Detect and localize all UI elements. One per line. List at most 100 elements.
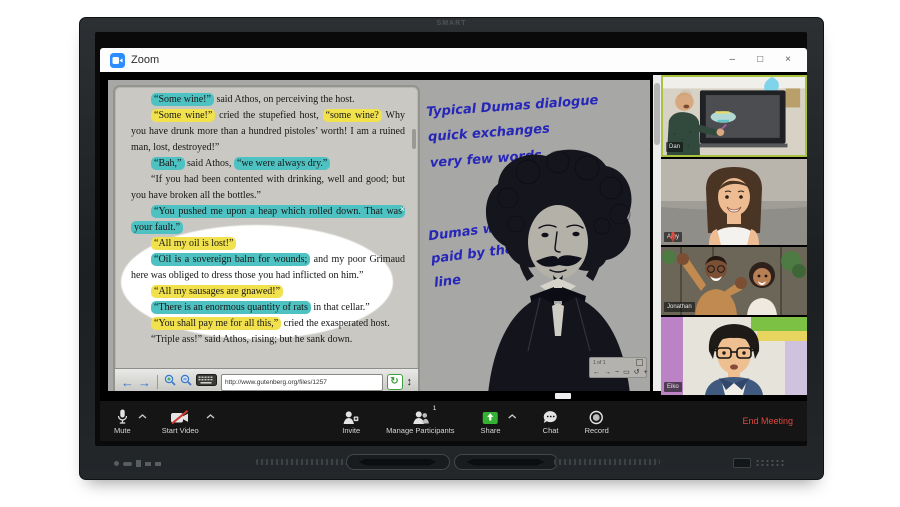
- shared-screen-region: × “Some wine!” said Athos, on perceiving…: [100, 72, 653, 401]
- back-button[interactable]: ←: [121, 376, 134, 389]
- highlight-cyan: “You pushed me upon a heap which rolled …: [131, 205, 405, 234]
- text-run: said Athos,: [185, 158, 234, 169]
- minimize-button[interactable]: –: [730, 55, 736, 65]
- add-page-icon[interactable]: +: [644, 369, 648, 376]
- document-paragraph: “All my sausages are gnawed!”: [131, 284, 405, 300]
- palette-close-icon[interactable]: [636, 359, 643, 366]
- io-ports: [114, 460, 161, 467]
- microphone-icon: [116, 408, 129, 425]
- mute-options-chevron[interactable]: [138, 414, 147, 419]
- refresh-button[interactable]: ↻: [387, 374, 403, 390]
- audio-video-controls: Mute Start Video: [114, 408, 215, 435]
- prev-page-icon[interactable]: ←: [593, 369, 600, 376]
- text-run: cried the exasperated host.: [281, 318, 390, 329]
- meeting-toolbar: Mute Start Video: [100, 401, 807, 441]
- muted-mic-icon: [664, 232, 682, 242]
- home-button[interactable]: [733, 458, 751, 468]
- video-tile-teacher[interactable]: Dan: [661, 75, 807, 157]
- whiteboard-nav-palette: 1 of 1 ← → − ▭ ↺ +: [589, 357, 647, 378]
- speaker-grille: [554, 459, 660, 465]
- window-palette-icon[interactable]: ▭: [623, 369, 630, 376]
- document-scrollbar[interactable]: [412, 91, 416, 364]
- maximize-button[interactable]: □: [757, 55, 763, 65]
- document-paragraph: “You shall pay me for all this,” cried t…: [131, 316, 405, 332]
- pen-tray-right[interactable]: [454, 454, 558, 470]
- participant-name-badge: Amy: [664, 232, 682, 242]
- vertical-scrollbar[interactable]: [653, 75, 661, 391]
- start-video-button[interactable]: Start Video: [162, 408, 199, 435]
- highlight-yellow: “some wine?: [323, 109, 382, 122]
- meeting-content: × “Some wine!” said Athos, on perceiving…: [100, 72, 807, 401]
- document-page[interactable]: × “Some wine!” said Athos, on perceiving…: [115, 87, 418, 368]
- zoom-out-icon[interactable]: [180, 373, 192, 391]
- screen: Zoom – □ × × “Some: [95, 32, 807, 446]
- window-title: Zoom: [131, 54, 159, 66]
- document-paragraph: “If you had been contented with drinking…: [131, 172, 405, 204]
- share-button[interactable]: Share: [481, 408, 501, 435]
- participant-count: 1: [433, 406, 437, 413]
- participant-name-badge: Dan: [666, 142, 683, 152]
- share-options-chevron[interactable]: [508, 414, 517, 419]
- document-paragraph: “All my oil is lost!”: [131, 236, 405, 252]
- video-tile-jonathan[interactable]: Jonathan: [661, 247, 807, 315]
- manage-participants-button[interactable]: 1 Manage Participants: [386, 408, 454, 435]
- document-text: “Some wine!” said Athos, on perceiving t…: [115, 87, 418, 348]
- video-options-chevron[interactable]: [206, 414, 215, 419]
- horizontal-scrollbar[interactable]: [555, 393, 571, 399]
- stylus-pen[interactable]: [467, 459, 545, 466]
- zoom-in-icon[interactable]: [164, 373, 176, 391]
- invite-icon: [343, 408, 359, 425]
- highlight-yellow: “Some wine!”: [151, 109, 215, 122]
- pen-tray-left[interactable]: [346, 454, 450, 470]
- chat-label: Chat: [543, 427, 559, 435]
- window-controls: – □ ×: [730, 55, 797, 65]
- keyboard-icon[interactable]: [196, 373, 217, 391]
- close-button[interactable]: ×: [785, 55, 791, 65]
- hdmi-port: [136, 460, 141, 467]
- chat-icon: [543, 408, 559, 425]
- document-paragraph: “Some wine!” cried the stupefied host, “…: [131, 108, 405, 156]
- resize-icon[interactable]: ↕: [407, 377, 413, 388]
- minimize-palette-icon[interactable]: −: [615, 369, 619, 376]
- participants-label: Manage Participants: [386, 427, 454, 435]
- text-run: in that cellar.”: [311, 302, 370, 313]
- invite-button[interactable]: Invite: [342, 408, 360, 435]
- document-paragraph: “You pushed me upon a heap which rolled …: [131, 204, 405, 236]
- document-viewer: × “Some wine!” said Athos, on perceiving…: [113, 85, 420, 391]
- text-run: “Triple ass!” said Athos, rising; but he…: [151, 334, 352, 345]
- highlight-cyan: “Bah,”: [151, 157, 185, 170]
- document-scroll-handle[interactable]: [412, 129, 416, 149]
- next-page-icon[interactable]: →: [604, 369, 611, 376]
- mute-button[interactable]: Mute: [114, 408, 131, 435]
- annotation-delete-icon[interactable]: ×: [400, 205, 405, 214]
- url-input[interactable]: [221, 374, 383, 391]
- share-label: Share: [481, 427, 501, 435]
- zoom-window: Zoom – □ × × “Some: [100, 48, 807, 441]
- chat-button[interactable]: Chat: [543, 408, 559, 435]
- document-paragraph: “There is an enormous quantity of rats i…: [131, 300, 405, 316]
- highlight-yellow: “You shall pay me for all this,”: [151, 317, 281, 330]
- text-run: said Athos, on perceiving the host.: [214, 94, 355, 105]
- record-button[interactable]: Record: [585, 408, 609, 435]
- toolbar-divider: [157, 375, 158, 389]
- pen-trays: [346, 454, 558, 470]
- participant-name: Jonathan: [667, 304, 692, 310]
- document-paragraph: “Bah,” said Athos, “we were always dry.”: [131, 156, 405, 172]
- text-run: cried the stupefied host,: [215, 110, 322, 121]
- mute-label: Mute: [114, 427, 131, 435]
- usb-port: [123, 462, 132, 466]
- scrollbar-handle[interactable]: [654, 83, 660, 145]
- shared-whiteboard[interactable]: × “Some wine!” said Athos, on perceiving…: [108, 80, 650, 391]
- stylus-pen[interactable]: [359, 459, 437, 466]
- document-paragraph: “Triple ass!” said Athos, rising; but he…: [131, 332, 405, 348]
- video-tile-amy[interactable]: Amy: [661, 159, 807, 245]
- forward-button[interactable]: →: [138, 376, 151, 389]
- port: [155, 462, 161, 466]
- video-strip: Dan: [661, 72, 807, 401]
- undo-icon[interactable]: ↺: [634, 369, 640, 376]
- highlight-cyan: “we were always dry.”: [234, 157, 330, 170]
- dumas-portrait-sketch: [470, 146, 648, 391]
- video-tile-student[interactable]: Eiko: [661, 317, 807, 395]
- highlight-yellow: “All my sausages are gnawed!”: [151, 285, 283, 298]
- end-meeting-button[interactable]: End Meeting: [742, 416, 793, 426]
